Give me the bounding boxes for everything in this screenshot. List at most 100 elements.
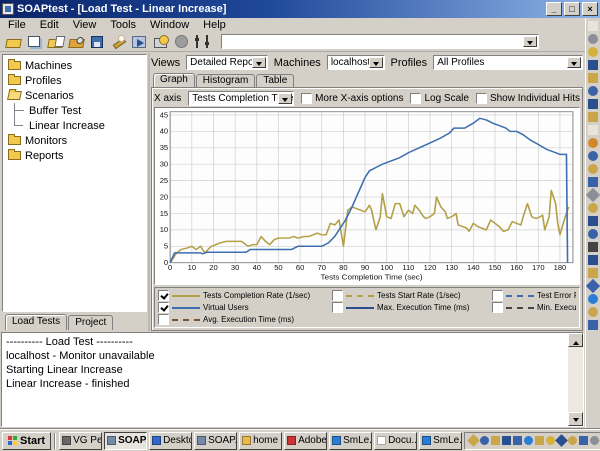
min-execution-time-ms-checkbox[interactable] bbox=[492, 302, 503, 313]
menu-file[interactable]: File bbox=[1, 19, 33, 31]
chevron-down-icon[interactable] bbox=[252, 57, 266, 68]
right-tool-icon-21[interactable] bbox=[586, 279, 600, 293]
right-tool-icon-4[interactable] bbox=[588, 60, 598, 70]
tray-icon-7[interactable] bbox=[535, 436, 544, 445]
show-individual-hits-checkbox[interactable] bbox=[476, 93, 487, 104]
start-button[interactable]: Start bbox=[2, 432, 51, 450]
taskbar-button-soap-3[interactable]: SOAP... bbox=[194, 432, 237, 450]
tray-icon-2[interactable] bbox=[480, 436, 489, 445]
tray-icon-11[interactable] bbox=[579, 436, 588, 445]
taskbar-button-home-4[interactable]: home bbox=[239, 432, 282, 450]
taskbar-button-adobe-5[interactable]: Adobe... bbox=[284, 432, 327, 450]
right-tool-icon-17[interactable] bbox=[588, 229, 598, 239]
chevron-down-icon[interactable] bbox=[278, 93, 292, 104]
tree-item-monitors[interactable]: Monitors bbox=[5, 133, 146, 148]
taskbar-button-desktop-2[interactable]: Desktop bbox=[149, 432, 192, 450]
secure-open-icon[interactable] bbox=[66, 33, 86, 50]
tray-icon-8[interactable] bbox=[546, 436, 555, 445]
right-tool-icon-2[interactable] bbox=[588, 34, 598, 44]
show-individual-hits-option[interactable]: Show Individual Hits bbox=[476, 93, 580, 104]
preferences-sliders-icon[interactable] bbox=[192, 33, 212, 50]
chevron-down-icon[interactable] bbox=[567, 57, 581, 68]
right-tool-icon-13[interactable] bbox=[588, 177, 598, 187]
restore-button[interactable]: □ bbox=[564, 2, 580, 16]
menu-help[interactable]: Help bbox=[196, 19, 233, 31]
scheduled-run-icon[interactable] bbox=[150, 33, 170, 50]
tray-icon-10[interactable] bbox=[568, 436, 577, 445]
log-scale-option[interactable]: Log Scale bbox=[410, 93, 468, 104]
scroll-down-icon[interactable] bbox=[568, 412, 583, 426]
taskbar-button-vg-pe-0[interactable]: VG Pe... bbox=[59, 432, 102, 450]
avg-execution-time-ms-checkbox[interactable] bbox=[158, 314, 169, 325]
taskbar-button-soap-1[interactable]: SOAP... bbox=[104, 432, 147, 450]
chevron-down-icon[interactable] bbox=[523, 36, 537, 47]
tray-icon-9[interactable] bbox=[555, 434, 568, 447]
taskbar-button-docu-7[interactable]: Docu... bbox=[374, 432, 417, 450]
tab-project[interactable]: Project bbox=[68, 315, 113, 330]
views-combobox[interactable]: Detailed Report bbox=[186, 55, 268, 70]
taskbar-button-smle-6[interactable]: SmLe... bbox=[329, 432, 372, 450]
menu-view[interactable]: View bbox=[66, 19, 104, 31]
right-tool-icon-18[interactable] bbox=[588, 242, 598, 252]
taskbar-button-smle-8[interactable]: SmLe... bbox=[419, 432, 462, 450]
scroll-up-icon[interactable] bbox=[568, 333, 583, 347]
tray-icon-12[interactable] bbox=[590, 436, 599, 445]
stop-icon[interactable] bbox=[171, 33, 191, 50]
right-tool-icon-11[interactable] bbox=[588, 151, 598, 161]
tab-load-tests[interactable]: Load Tests bbox=[5, 314, 67, 330]
right-tool-icon-20[interactable] bbox=[588, 268, 598, 278]
tree-item-profiles[interactable]: Profiles bbox=[5, 73, 146, 88]
right-tool-icon-19[interactable] bbox=[588, 255, 598, 265]
tray-icon-1[interactable] bbox=[467, 434, 480, 447]
wand-icon[interactable] bbox=[108, 33, 128, 50]
virtual-users-checkbox[interactable] bbox=[158, 302, 169, 313]
run-remote-icon[interactable] bbox=[129, 33, 149, 50]
right-tool-icon-9[interactable] bbox=[588, 125, 598, 135]
tray-icon-5[interactable] bbox=[513, 436, 522, 445]
right-tool-icon-22[interactable] bbox=[588, 294, 598, 304]
right-tool-icon-16[interactable] bbox=[588, 216, 598, 226]
open-icon[interactable] bbox=[3, 33, 23, 50]
titlebar[interactable]: SOAPtest - [Load Test - Linear Increase]… bbox=[0, 0, 600, 18]
profiles-combobox[interactable]: All Profiles bbox=[433, 55, 583, 70]
xaxis-combobox[interactable]: Tests Completion Time (sec) bbox=[188, 91, 294, 106]
tray-icon-4[interactable] bbox=[502, 436, 511, 445]
tree-item-machines[interactable]: Machines bbox=[5, 58, 146, 73]
tests-start-rate-1-sec-checkbox[interactable] bbox=[332, 290, 343, 301]
tab-graph[interactable]: Graph bbox=[153, 73, 195, 87]
tab-histogram[interactable]: Histogram bbox=[196, 74, 256, 87]
tests-completion-rate-1-sec-checkbox[interactable] bbox=[158, 290, 169, 301]
right-tool-icon-24[interactable] bbox=[588, 320, 598, 330]
tree-item-scenarios[interactable]: Scenarios bbox=[5, 88, 146, 103]
menu-tools[interactable]: Tools bbox=[103, 19, 143, 31]
tree-item-buffer-test[interactable]: Buffer Test bbox=[5, 103, 146, 118]
machines-combobox[interactable]: localhost bbox=[327, 55, 385, 70]
right-tool-icon-6[interactable] bbox=[588, 86, 598, 96]
tray-icon-3[interactable] bbox=[491, 436, 500, 445]
save-icon[interactable] bbox=[87, 33, 107, 50]
console-scrollbar[interactable] bbox=[568, 333, 583, 426]
tab-table[interactable]: Table bbox=[256, 74, 294, 87]
right-tool-icon-23[interactable] bbox=[588, 307, 598, 317]
right-tool-icon-3[interactable] bbox=[588, 47, 598, 57]
menu-edit[interactable]: Edit bbox=[33, 19, 66, 31]
more-x-axis-options-checkbox[interactable] bbox=[301, 93, 312, 104]
right-tool-icon-10[interactable] bbox=[588, 138, 598, 148]
right-tool-icon-8[interactable] bbox=[588, 112, 598, 122]
chevron-down-icon[interactable] bbox=[369, 57, 383, 68]
right-tool-icon-14[interactable] bbox=[586, 188, 600, 202]
max-execution-time-ms-checkbox[interactable] bbox=[332, 302, 343, 313]
open-report-icon[interactable] bbox=[45, 33, 65, 50]
log-scale-checkbox[interactable] bbox=[410, 93, 421, 104]
tray-icon-6[interactable] bbox=[524, 436, 533, 445]
menu-window[interactable]: Window bbox=[143, 19, 196, 31]
test-error-rate-1-sec-checkbox[interactable] bbox=[492, 290, 503, 301]
right-tool-icon-12[interactable] bbox=[588, 164, 598, 174]
right-tool-icon-7[interactable] bbox=[588, 99, 598, 109]
right-tool-icon-15[interactable] bbox=[588, 203, 598, 213]
right-tool-icon-5[interactable] bbox=[588, 73, 598, 83]
tree-item-linear-increase[interactable]: Linear Increase bbox=[5, 118, 146, 133]
close-button[interactable]: × bbox=[582, 2, 598, 16]
minimize-button[interactable]: _ bbox=[546, 2, 562, 16]
toolbar-combobox[interactable] bbox=[221, 34, 539, 49]
